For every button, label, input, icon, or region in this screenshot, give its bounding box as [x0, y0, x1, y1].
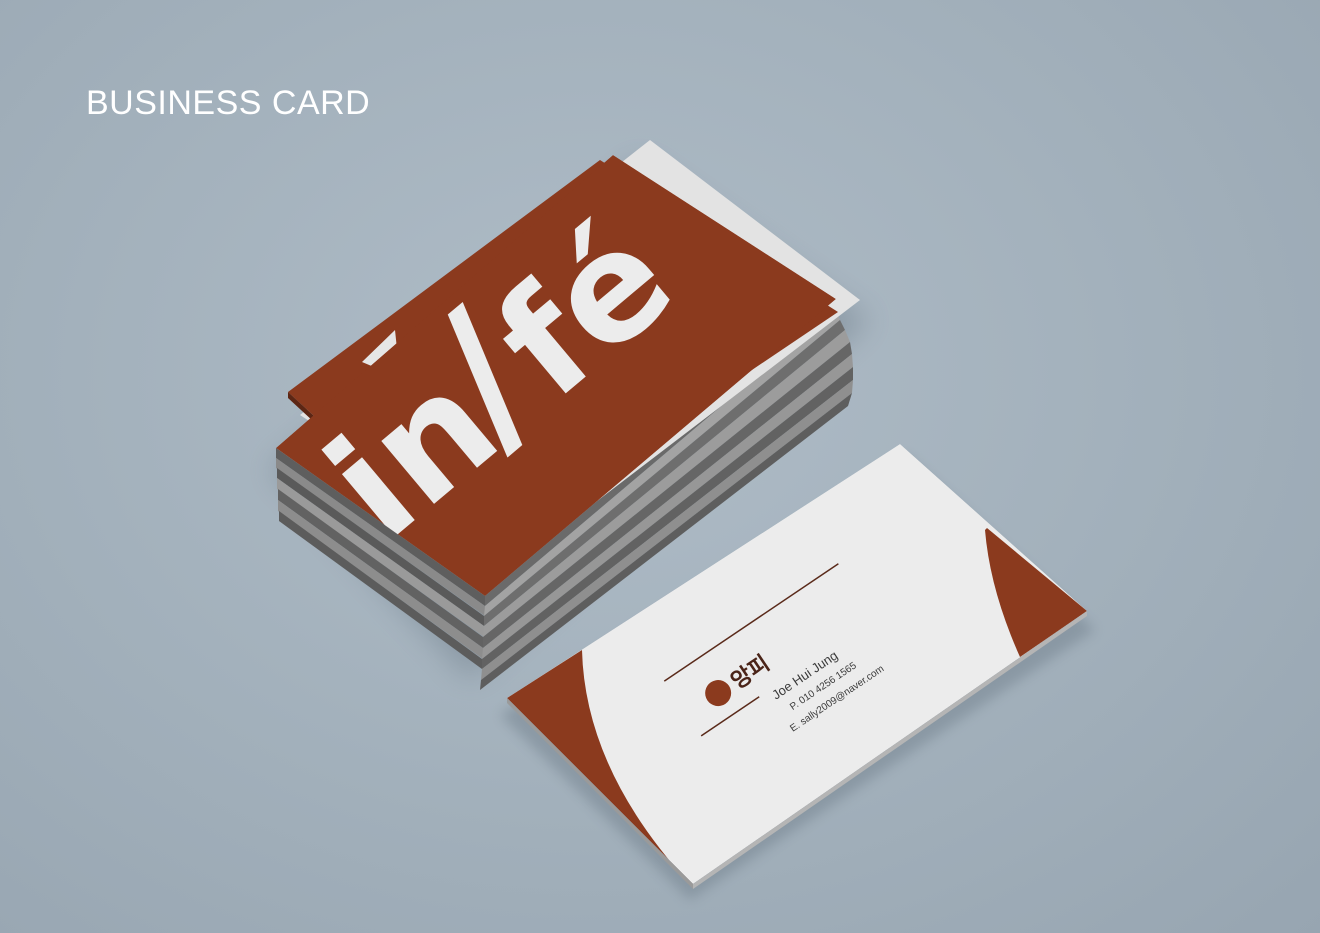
mockup-scene: in / fé 앙피 Joe Hui Jung P. 010 4256 1565… [270, 140, 1095, 900]
